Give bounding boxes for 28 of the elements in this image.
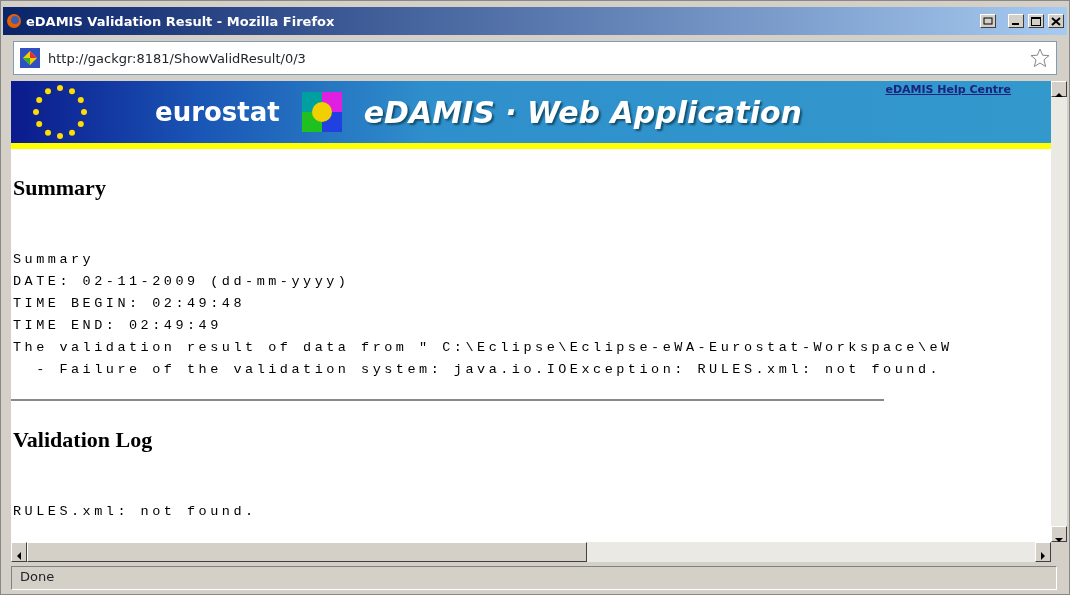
log-line: TIME END: 02:49:49: [13, 317, 223, 335]
log-line: The validation result of data from " C:\Eclipse\Eclipse-eWA-Eurostat-Workspace\eW: [13, 339, 954, 357]
status-text: Done: [11, 566, 1057, 590]
scroll-right-icon[interactable]: [1035, 542, 1051, 562]
section-heading: Validation Log: [13, 427, 154, 453]
maximize-icon[interactable]: [1028, 14, 1044, 28]
firefox-icon: [6, 12, 22, 30]
site-icon: [20, 48, 40, 68]
scroll-down-icon[interactable]: [1051, 526, 1067, 542]
scroll-up-icon[interactable]: [1051, 81, 1067, 97]
window-title: eDAMIS Validation Result - Mozilla Firefox: [26, 13, 336, 29]
restore-icon[interactable]: [980, 14, 996, 28]
brand-logo: eurostat: [155, 97, 280, 127]
section-heading: Summary: [13, 175, 107, 201]
address-bar[interactable]: http://gackgr:8181/ShowValidResult/0/3: [13, 41, 1057, 75]
scroll-left-icon[interactable]: [11, 542, 27, 562]
minimize-icon[interactable]: [1008, 14, 1024, 28]
puzzle-icon: [301, 92, 342, 132]
log-line: Summary: [13, 251, 96, 269]
app-title: eDAMIS · Web Application: [363, 94, 802, 130]
close-icon[interactable]: [1048, 14, 1064, 28]
log-line: DATE: 02-11-2009 (dd-mm-yyyy): [13, 273, 351, 291]
log-line: TIME BEGIN: 02:49:48: [13, 295, 247, 313]
help-link[interactable]: eDAMIS Help Centre: [885, 83, 1011, 96]
log-line: RULES.xml: not found.: [13, 503, 258, 521]
url-text: http://gackgr:8181/ShowValidResult/0/3: [48, 50, 307, 66]
star-icon[interactable]: [1030, 48, 1050, 68]
log-line: - Failure of the validation system: java.io.IOException: RULES.xml: not found.: [35, 361, 943, 379]
